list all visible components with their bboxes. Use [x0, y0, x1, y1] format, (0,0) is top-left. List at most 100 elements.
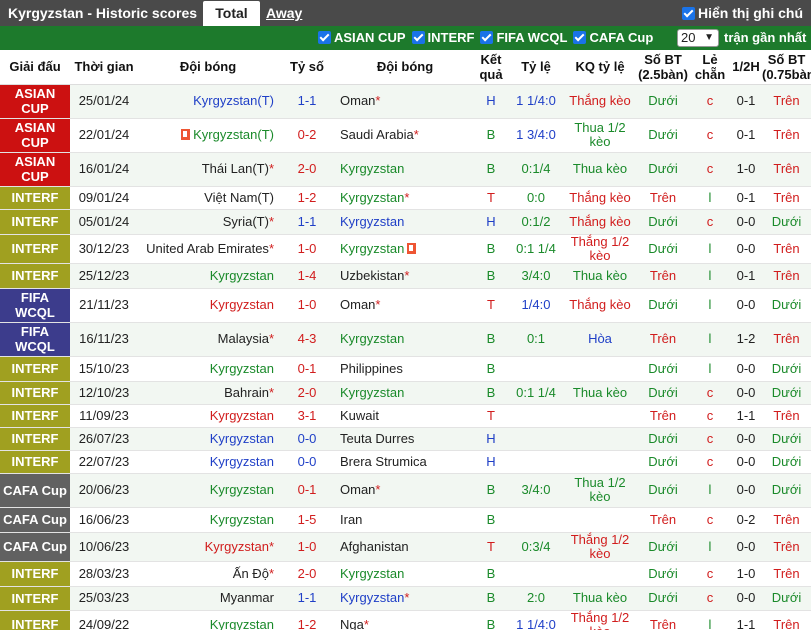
home-team-name[interactable]: Kyrgyzstan [210, 617, 274, 630]
league-cell[interactable]: INTERF [0, 450, 70, 474]
score-cell[interactable]: 1-0 [278, 288, 336, 323]
away-team-name[interactable]: Afghanistan [340, 539, 409, 554]
show-notes-toggle[interactable]: Hiển thị ghi chú [682, 5, 803, 21]
league-cell[interactable]: INTERF [0, 234, 70, 264]
checkbox-icon[interactable] [682, 7, 695, 20]
score-cell[interactable]: 1-2 [278, 186, 336, 210]
score-cell[interactable]: 3-1 [278, 404, 336, 428]
home-team-name[interactable]: Ấn Độ [233, 566, 269, 581]
score-cell[interactable]: 0-1 [278, 473, 336, 508]
away-team-name[interactable]: Oman [340, 93, 375, 108]
league-cell[interactable]: INTERF [0, 586, 70, 611]
home-team-name[interactable]: Kyrgyzstan(T) [193, 93, 274, 108]
tab-total[interactable]: Total [203, 1, 260, 26]
away-team-name[interactable]: Iran [340, 512, 362, 527]
table-row[interactable]: INTERF 28/03/23 Ấn Độ* 2-0 Kyrgyzstan B Dưới c 1… [0, 561, 811, 587]
score-cell[interactable]: 1-4 [278, 263, 336, 289]
table-row[interactable]: INTERF 30/12/23 United Arab Emirates* 1-0 Ky… [0, 234, 811, 264]
filter-checkbox[interactable]: ASIAN CUP [318, 30, 406, 45]
table-row[interactable]: INTERF 05/01/24 Syria(T)* 1-1 Kyrgyzstan H 0:1… [0, 209, 811, 235]
score-cell[interactable]: 0-0 [278, 427, 336, 451]
league-cell[interactable]: FIFA WCQL [0, 288, 70, 323]
home-team-name[interactable]: Kyrgyzstan [205, 539, 269, 554]
table-row[interactable]: FIFA WCQL 16/11/23 Malaysia* 4-3 Kyrgyzstan B… [0, 322, 811, 357]
tab-away[interactable]: Away [266, 5, 302, 21]
away-team-name[interactable]: Brera Strumica [340, 454, 427, 469]
league-cell[interactable]: INTERF [0, 381, 70, 405]
score-cell[interactable]: 1-0 [278, 532, 336, 562]
home-team-name[interactable]: Bahrain [224, 385, 269, 400]
home-team-name[interactable]: Kyrgyzstan [210, 361, 274, 376]
home-team-name[interactable]: Kyrgyzstan [210, 268, 274, 283]
table-row[interactable]: ASIAN CUP 16/01/24 Thái Lan(T)* 2-0 Kyrgyzst… [0, 152, 811, 187]
table-row[interactable]: FIFA WCQL 21/11/23 Kyrgyzstan 1-0 Oman* T 1/4:… [0, 288, 811, 323]
score-cell[interactable]: 1-1 [278, 209, 336, 235]
away-team-name[interactable]: Kyrgyzstan [340, 161, 404, 176]
table-row[interactable]: INTERF 24/09/22 Kyrgyzstan 1-2 Nga* B 1 1/4:0 T… [0, 610, 811, 630]
score-cell[interactable]: 1-0 [278, 234, 336, 264]
away-team-name[interactable]: Philippines [340, 361, 403, 376]
score-cell[interactable]: 1-1 [278, 586, 336, 611]
league-cell[interactable]: CAFA Cup [0, 532, 70, 562]
league-cell[interactable]: ASIAN CUP [0, 84, 70, 119]
score-cell[interactable]: 4-3 [278, 322, 336, 357]
home-team-name[interactable]: Kyrgyzstan [210, 297, 274, 312]
away-team-name[interactable]: Kyrgyzstan [340, 566, 404, 581]
table-row[interactable]: ASIAN CUP 22/01/24 Kyrgyzstan(T) 0-2 Saudi A… [0, 118, 811, 153]
home-team-name[interactable]: United Arab Emirates [146, 241, 269, 256]
table-row[interactable]: CAFA Cup 16/06/23 Kyrgyzstan 1-5 Iran B Trên c 0… [0, 507, 811, 533]
away-team-name[interactable]: Oman [340, 482, 375, 497]
table-row[interactable]: INTERF 25/12/23 Kyrgyzstan 1-4 Uzbekistan* B 3… [0, 263, 811, 289]
league-cell[interactable]: INTERF [0, 610, 70, 630]
league-cell[interactable]: CAFA Cup [0, 507, 70, 533]
away-team-name[interactable]: Kuwait [340, 408, 379, 423]
away-team-name[interactable]: Kyrgyzstan [340, 590, 404, 605]
table-row[interactable]: INTERF 15/10/23 Kyrgyzstan 0-1 Philippines B D… [0, 356, 811, 382]
home-team-name[interactable]: Kyrgyzstan [210, 431, 274, 446]
home-team-name[interactable]: Malaysia [218, 331, 269, 346]
home-team-name[interactable]: Kyrgyzstan [210, 454, 274, 469]
league-cell[interactable]: ASIAN CUP [0, 118, 70, 153]
table-row[interactable]: INTERF 09/01/24 Việt Nam(T) 1-2 Kyrgyzstan* T… [0, 186, 811, 210]
match-count-select[interactable]: 20 ▼ [677, 29, 719, 47]
table-row[interactable]: INTERF 12/10/23 Bahrain* 2-0 Kyrgyzstan B 0:1 … [0, 381, 811, 405]
away-team-name[interactable]: Kyrgyzstan [340, 190, 404, 205]
score-cell[interactable]: 2-0 [278, 381, 336, 405]
home-team-name[interactable]: Kyrgyzstan [210, 482, 274, 497]
score-cell[interactable]: 2-0 [278, 561, 336, 587]
home-team-name[interactable]: Syria(T) [223, 214, 269, 229]
away-team-name[interactable]: Nga [340, 617, 364, 630]
table-row[interactable]: INTERF 25/03/23 Myanmar 1-1 Kyrgyzstan* B 2:0 T… [0, 586, 811, 611]
table-row[interactable]: INTERF 22/07/23 Kyrgyzstan 0-0 Brera Strumic… [0, 450, 811, 474]
score-cell[interactable]: 1-1 [278, 84, 336, 119]
checkbox-icon[interactable] [573, 31, 587, 44]
filter-checkbox[interactable]: CAFA Cup [573, 30, 653, 45]
table-row[interactable]: INTERF 26/07/23 Kyrgyzstan 0-0 Teuta Durres H… [0, 427, 811, 451]
home-team-name[interactable]: Kyrgyzstan [210, 408, 274, 423]
away-team-name[interactable]: Teuta Durres [340, 431, 414, 446]
away-team-name[interactable]: Kyrgyzstan [340, 385, 404, 400]
score-cell[interactable]: 0-0 [278, 450, 336, 474]
home-team-name[interactable]: Myanmar [220, 590, 274, 605]
table-row[interactable]: CAFA Cup 10/06/23 Kyrgyzstan* 1-0 Afghanista… [0, 532, 811, 562]
score-cell[interactable]: 0-1 [278, 356, 336, 382]
away-team-name[interactable]: Kyrgyzstan [340, 241, 404, 256]
league-cell[interactable]: FIFA WCQL [0, 322, 70, 357]
filter-checkbox[interactable]: INTERF [411, 30, 474, 45]
score-cell[interactable]: 2-0 [278, 152, 336, 187]
home-team-name[interactable]: Việt Nam(T) [204, 190, 274, 205]
checkbox-icon[interactable] [411, 31, 425, 44]
league-cell[interactable]: CAFA Cup [0, 473, 70, 508]
score-cell[interactable]: 0-2 [278, 118, 336, 153]
league-cell[interactable]: INTERF [0, 209, 70, 235]
checkbox-icon[interactable] [480, 31, 494, 44]
league-cell[interactable]: ASIAN CUP [0, 152, 70, 187]
league-cell[interactable]: INTERF [0, 356, 70, 382]
score-cell[interactable]: 1-2 [278, 610, 336, 630]
away-team-name[interactable]: Uzbekistan [340, 268, 404, 283]
away-team-name[interactable]: Oman [340, 297, 375, 312]
league-cell[interactable]: INTERF [0, 427, 70, 451]
checkbox-icon[interactable] [318, 31, 331, 44]
table-row[interactable]: ASIAN CUP 25/01/24 Kyrgyzstan(T) 1-1 Oman* H 1… [0, 84, 811, 119]
score-cell[interactable]: 1-5 [278, 507, 336, 533]
